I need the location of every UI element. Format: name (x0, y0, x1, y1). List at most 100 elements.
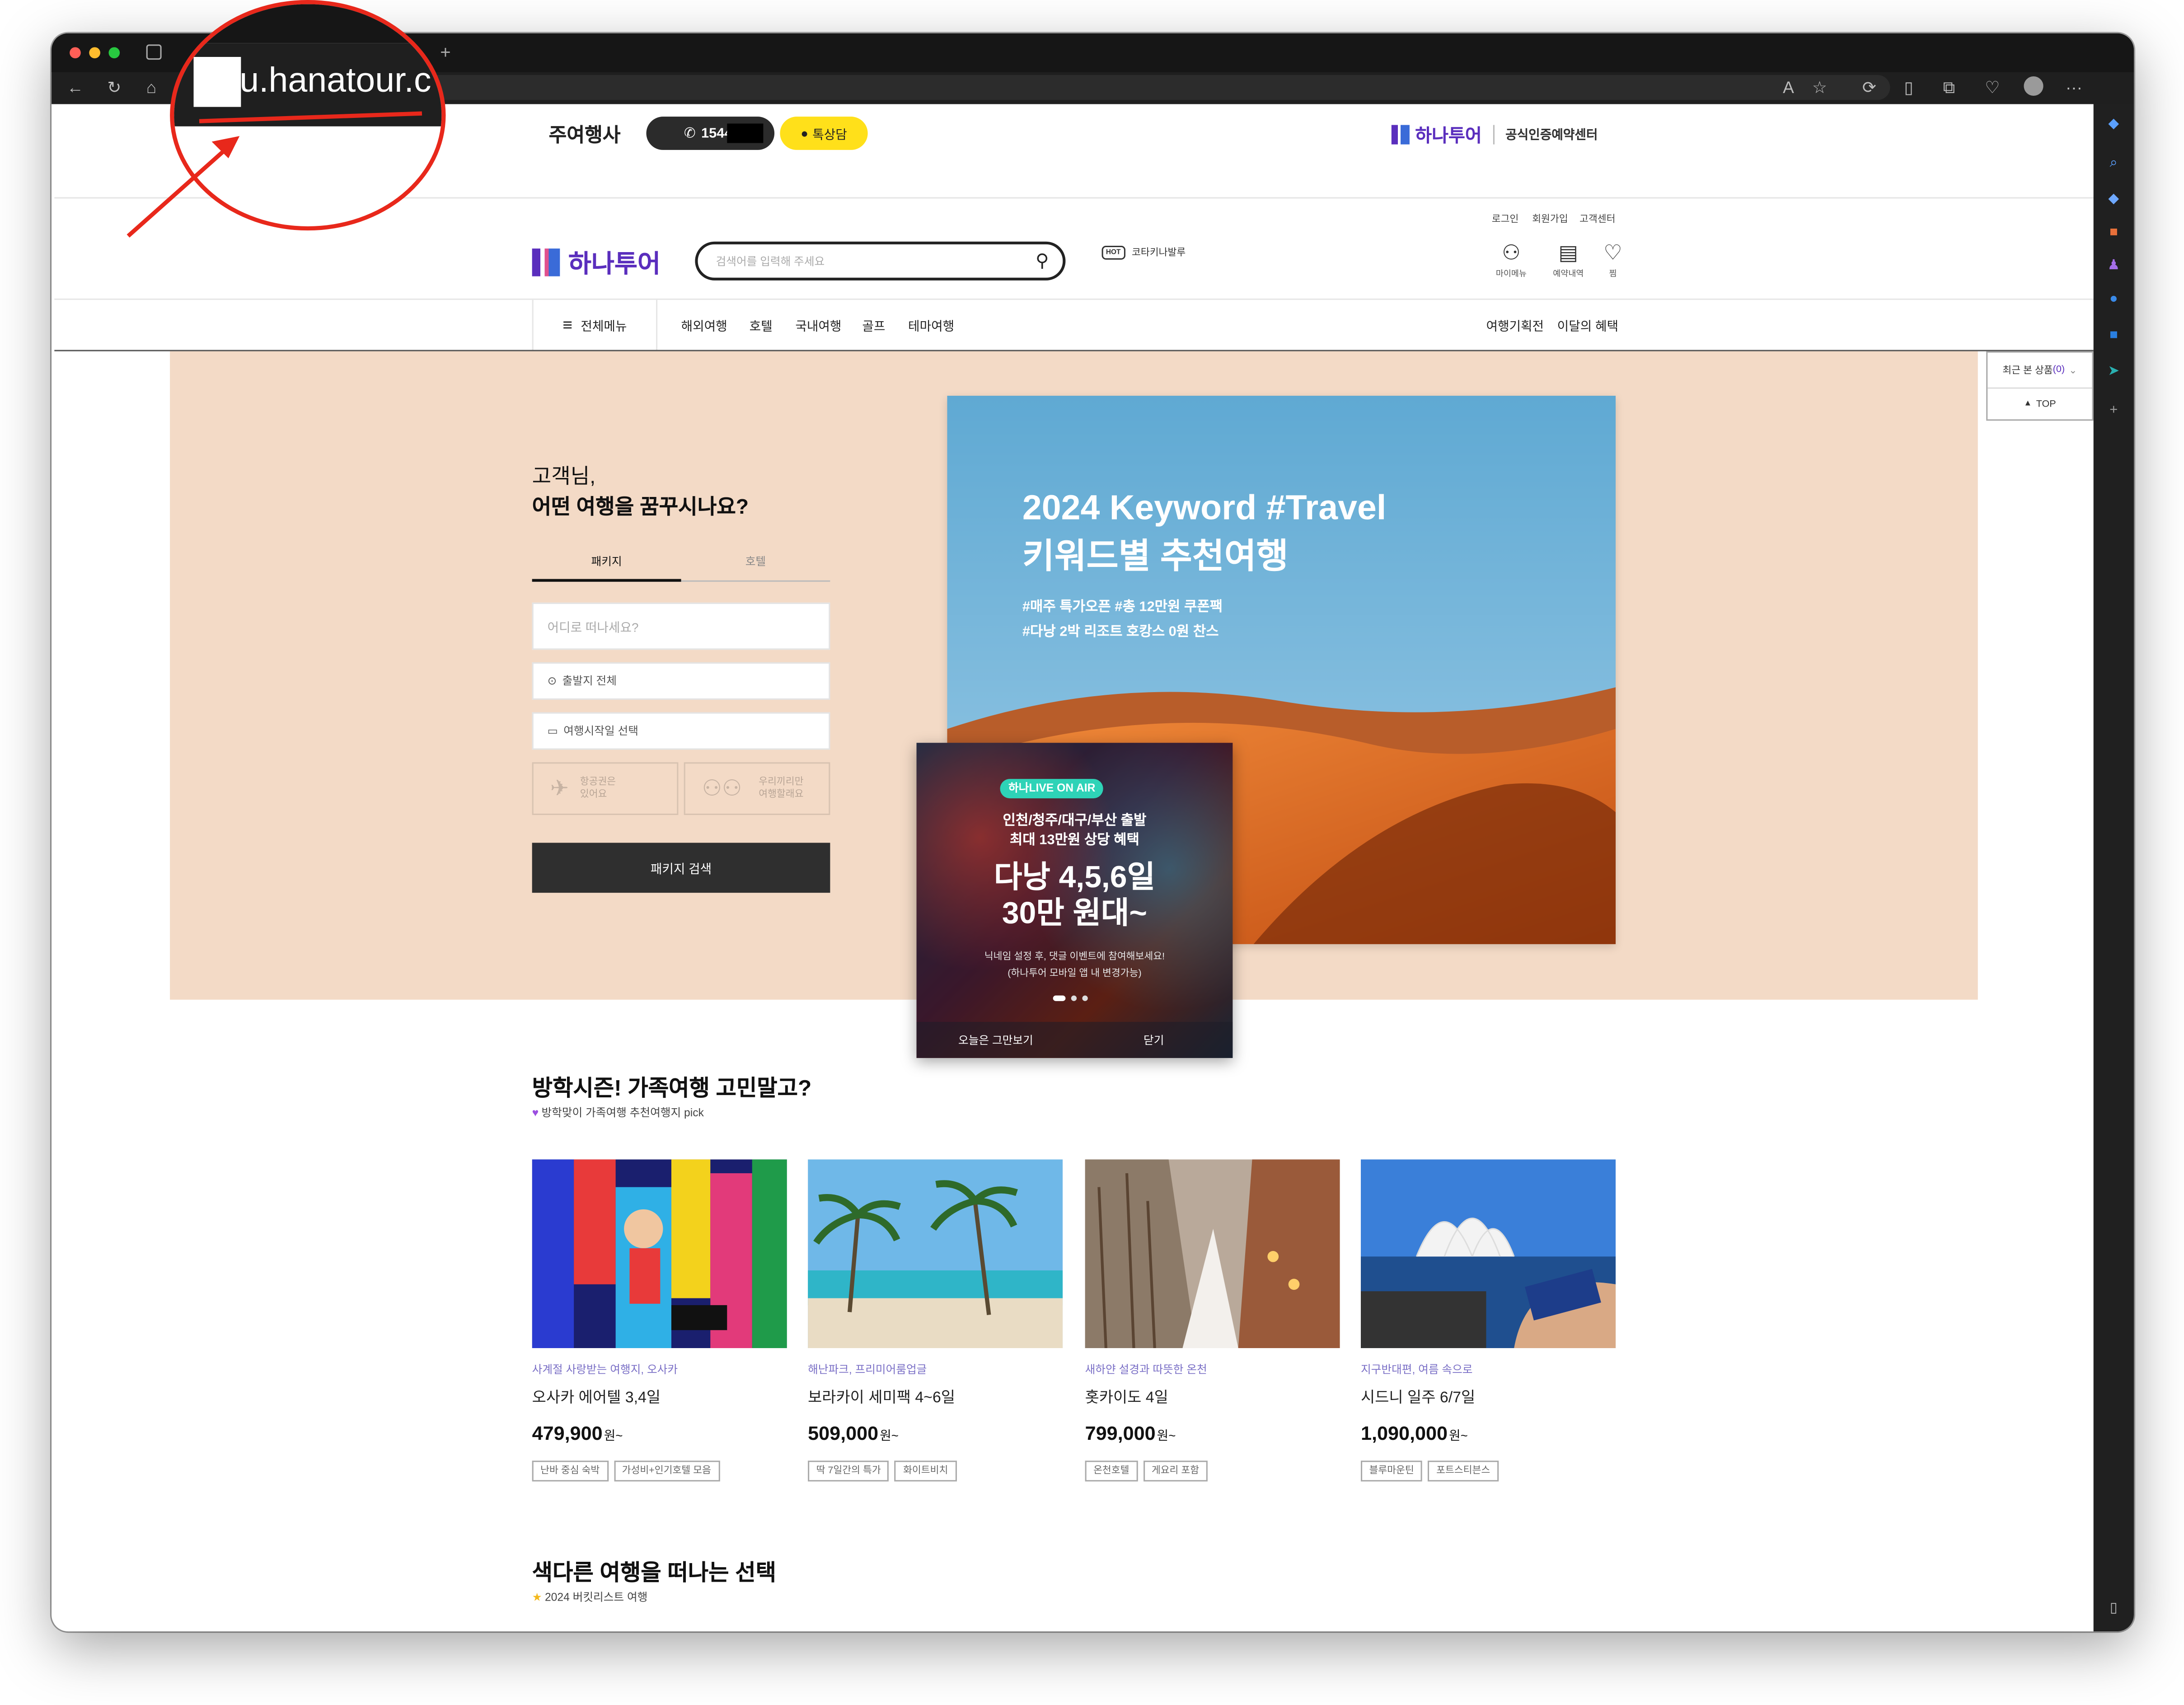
nav-hotel[interactable]: 호텔 (750, 317, 773, 335)
zoom-url-text: u.hanatour.c (239, 61, 431, 100)
nav-overseas[interactable]: 해외여행 (681, 317, 727, 335)
nav-exhibitions[interactable]: 여행기획전 (1486, 317, 1544, 335)
tab-actions-icon[interactable] (146, 44, 162, 60)
screenshot-root: + ← ↻ ⌂ A ☆ ⟳ ▯ ⧉ ♡ ··· ◆ ⌕ ◆ ■ ♟ ● ■ ➤ … (0, 0, 2184, 1705)
collections-icon[interactable]: ⧉ (1943, 78, 1955, 97)
card-title[interactable]: 시드니 일주 6/7일 (1361, 1386, 1616, 1408)
refresh-icon[interactable]: ↻ (107, 78, 121, 97)
carousel-dot[interactable] (1082, 995, 1088, 1001)
top-button[interactable]: ▲ TOP (1987, 389, 2092, 420)
outlook-icon[interactable]: ■ (2104, 326, 2123, 344)
boracay-image (808, 1159, 1063, 1349)
signup-link[interactable]: 회원가입 (1532, 212, 1568, 226)
user-icon: ⚇ (1502, 241, 1521, 266)
card-tags: 온천호텔 게요리 포함 (1085, 1455, 1340, 1482)
profile-avatar[interactable] (2024, 76, 2043, 96)
close-window-icon[interactable] (70, 47, 81, 59)
carousel-dot-active[interactable] (1053, 995, 1066, 1001)
split-screen-icon[interactable]: ▯ (1904, 78, 1913, 97)
my-menu-button[interactable]: ⚇ 마이메뉴 (1489, 240, 1534, 279)
search-input[interactable]: 검색어를 입력해 주세요 (716, 253, 825, 269)
popup-headline: 다낭 4,5,6일 30만 원대~ (917, 859, 1233, 932)
read-aloud-icon[interactable]: A (1783, 78, 1794, 97)
home-icon[interactable]: ⌂ (146, 78, 156, 97)
live-popup: 하나LIVE ON AIR 인천/청주/대구/부산 출발 최대 13만원 상당 … (916, 743, 1233, 1058)
health-icon[interactable]: ♡ (1985, 78, 2000, 97)
maximize-window-icon[interactable] (108, 47, 120, 59)
carousel-dot[interactable] (1071, 995, 1077, 1001)
section1-title: 방학시즌! 가족여행 고민말고? (532, 1077, 812, 1101)
more-menu-icon[interactable]: ··· (2066, 78, 2082, 97)
site-logo[interactable]: 하나투어 (532, 244, 661, 281)
option1-line2: 있어요 (580, 790, 607, 800)
copilot-icon[interactable]: ◆ (2104, 115, 2123, 133)
date-select[interactable]: ▭ 여행시작일 선택 (532, 712, 830, 750)
destination-input[interactable]: 어디로 떠나세요? (532, 602, 830, 650)
zoom-tab-strip (174, 4, 442, 43)
option1-line1: 항공권은 (580, 778, 616, 787)
chat-bubble-icon: ● (801, 126, 808, 141)
tag-icon[interactable]: ◆ (2104, 190, 2123, 208)
popup-line2: 최대 13만원 상당 혜택 (1010, 833, 1139, 848)
search-sidebar-icon[interactable]: ⌕ (2104, 154, 2123, 172)
sidebar-toggle-icon[interactable]: ▯ (2104, 1599, 2123, 1617)
add-sidebar-icon[interactable]: + (2104, 401, 2123, 419)
agency-label: 주여행사 (548, 123, 621, 146)
card-tag: 포트스티븐스 (1428, 1461, 1499, 1482)
product-card[interactable]: 새하얀 설경과 따뜻한 온천 홋카이도 4일 799,000 원~ 온천호텔 게요리… (1085, 1159, 1340, 1482)
popup-close-button[interactable]: 닫기 (1144, 1033, 1164, 1049)
package-search-button[interactable]: 패키지 검색 (532, 843, 830, 893)
chat-label: 톡상담 (812, 127, 847, 141)
card-tag: 가성비+인기호텔 모음 (614, 1461, 720, 1482)
extensions-icon[interactable]: ⟳ (1862, 78, 1876, 97)
price-unit: 원~ (604, 1429, 623, 1443)
card-title[interactable]: 오사카 에어텔 3,4일 (532, 1386, 787, 1408)
wishlist-button[interactable]: ♡ 찜 (1592, 240, 1634, 279)
search-box[interactable]: 검색어를 입력해 주세요 ⚲ (695, 241, 1066, 281)
card-title[interactable]: 보라카이 세미팩 4~6일 (808, 1386, 1063, 1408)
new-tab-icon[interactable]: + (440, 42, 450, 62)
favorite-star-icon[interactable]: ☆ (1812, 78, 1827, 97)
option-have-ticket[interactable]: ✈ 항공권은 있어요 (532, 762, 679, 815)
product-card[interactable]: 지구반대편, 여름 속으로 시드니 일주 6/7일 1,090,000 원~ 블루… (1360, 1159, 1616, 1482)
minimize-window-icon[interactable] (89, 47, 100, 59)
nav-monthly-benefits[interactable]: 이달의 혜택 (1557, 317, 1618, 335)
option-private-travel[interactable]: ⚇⚇ 우리끼리만 여행할래요 (684, 762, 830, 815)
login-link[interactable]: 로그인 (1492, 212, 1519, 226)
recent-products-button[interactable]: 최근 본 상품 (0) ⌄ (1987, 353, 2092, 389)
games-icon[interactable]: ♟ (2104, 257, 2123, 275)
hot-keyword-text[interactable]: 코타키나발루 (1132, 246, 1186, 260)
all-menu-label: 전체메뉴 (581, 319, 627, 333)
product-card[interactable]: 해난파크, 프리미어룸업글 보라카이 세미팩 4~6일 509,000 원~ 딱 … (808, 1159, 1063, 1482)
briefcase-icon[interactable]: ■ (2104, 224, 2123, 242)
nav-theme[interactable]: 테마여행 (908, 317, 954, 335)
star-icon: ★ (532, 1591, 542, 1604)
banner-sub-line2: #다낭 2박 리조트 호캉스 0원 찬스 (1022, 624, 1219, 640)
send-icon[interactable]: ➤ (2104, 362, 2123, 380)
product-card[interactable]: 사계절 사랑받는 여행지, 오사카 오사카 에어텔 3,4일 479,900 원~… (532, 1159, 787, 1482)
back-icon[interactable]: ← (67, 78, 84, 97)
popup-note2: (하나투어 모바일 앱 내 변경가능) (1008, 969, 1142, 979)
side-widget: 최근 본 상품 (0) ⌄ ▲ TOP (1986, 351, 2094, 421)
tab-hotel[interactable]: 호텔 (681, 550, 830, 582)
drop-icon[interactable]: ● (2104, 290, 2123, 308)
hot-keyword[interactable]: HOT 코타키나발루 (1101, 245, 1186, 260)
purple-heart-icon: ♥ (532, 1106, 539, 1119)
tab-package[interactable]: 패키지 (532, 550, 681, 582)
chat-button[interactable]: ● 톡상담 (780, 117, 868, 150)
customer-center-link[interactable]: 고객센터 (1579, 212, 1615, 226)
price-value: 1,090,000 (1360, 1422, 1448, 1444)
phone-button[interactable]: ✆ 1544- (646, 117, 775, 150)
price-unit: 원~ (1449, 1429, 1468, 1443)
reservations-button[interactable]: ▤ 예약내역 (1546, 240, 1591, 279)
search-icon[interactable]: ⚲ (1036, 250, 1049, 272)
card-title[interactable]: 홋카이도 4일 (1085, 1386, 1340, 1408)
nav-golf[interactable]: 골프 (862, 317, 885, 335)
nav-domestic[interactable]: 국내여행 (795, 317, 841, 335)
hanatour-mark-icon (1391, 124, 1410, 144)
search-tabs: 패키지 호텔 (532, 550, 830, 582)
hide-today-button[interactable]: 오늘은 그만보기 (958, 1033, 1033, 1049)
card-price: 799,000 원~ (1085, 1422, 1340, 1444)
all-menu-button[interactable]: ≡ 전체메뉴 (532, 300, 658, 350)
departure-select[interactable]: ⊙ 출발지 전체 (532, 662, 830, 700)
